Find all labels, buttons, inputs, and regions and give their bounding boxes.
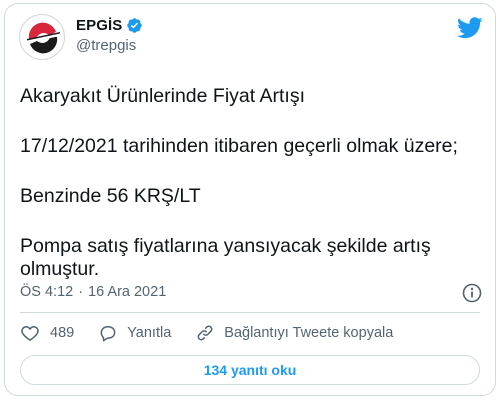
tweet-line-note-end: olmuştur.	[20, 258, 100, 280]
read-replies-label: 134 yanıtı oku	[203, 362, 297, 378]
heart-icon	[21, 326, 39, 341]
read-replies-button[interactable]: 134 yanıtı oku	[20, 355, 480, 385]
like-count: 489	[50, 325, 75, 341]
info-icon[interactable]	[461, 282, 483, 304]
tweet-line-price: Benzinde 56 KRŞ/LT	[20, 185, 201, 207]
display-name[interactable]: EPGİS	[76, 17, 122, 34]
reply-button[interactable]: Yanıtla	[98, 323, 171, 343]
tweet-actions: 489 Yanıtla Bağlantıyı Tweete kopyala	[20, 323, 417, 343]
reply-label: Yanıtla	[127, 325, 172, 341]
tweet-time[interactable]: ÖS 4:12	[20, 284, 73, 300]
reply-icon	[100, 326, 116, 342]
avatar[interactable]	[19, 14, 65, 60]
account-handle[interactable]: @trepgis	[76, 37, 136, 54]
twitter-bird-icon[interactable]	[457, 17, 483, 39]
tweet-line-note: Pompa satış fiyatlarına yansıyacak şekil…	[20, 235, 431, 257]
tweet-line-title: Akaryakıt Ürünlerinde Fiyat Artışı	[20, 85, 306, 107]
copy-link-label: Bağlantıyı Tweete kopyala	[224, 325, 394, 341]
verified-badge-icon	[126, 17, 143, 34]
account-name-row[interactable]: EPGİS	[76, 17, 143, 34]
like-button[interactable]: 489	[20, 323, 74, 343]
epgis-logo-icon	[27, 22, 60, 54]
divider	[20, 312, 480, 313]
copy-link-button[interactable]: Bağlantıyı Tweete kopyala	[195, 323, 393, 343]
tweet-line-date: 17/12/2021 tarihinden itibaren geçerli o…	[20, 135, 458, 157]
link-icon	[197, 325, 213, 341]
tweet-date[interactable]: 16 Ara 2021	[88, 284, 166, 300]
timestamp-separator: ·	[78, 284, 84, 300]
tweet-card: EPGİS @trepgis Akaryakıt Ürünlerinde Fiy…	[4, 3, 496, 396]
tweet-timestamp[interactable]: ÖS 4:12 · 16 Ara 2021	[20, 284, 166, 300]
